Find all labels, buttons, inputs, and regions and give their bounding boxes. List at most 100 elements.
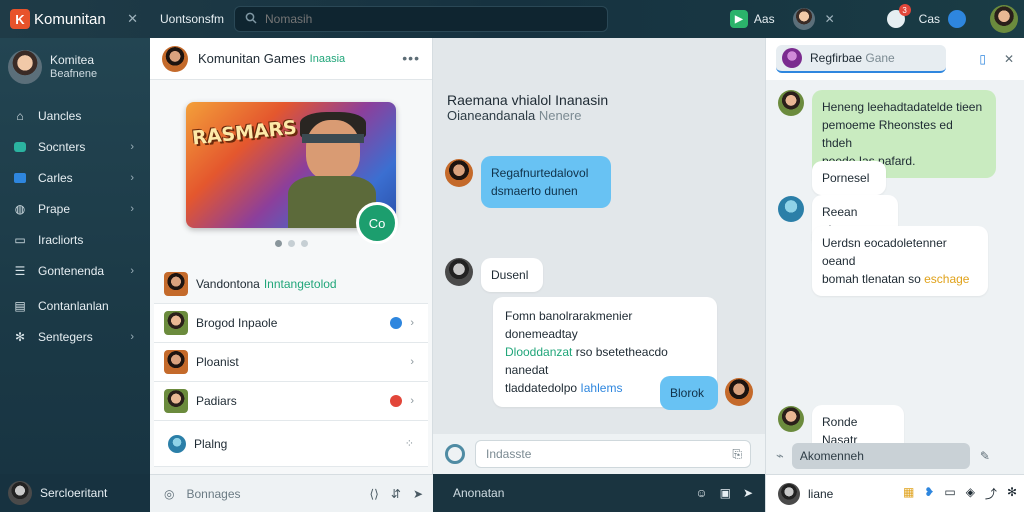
footer-input[interactable]: Anonatan [453, 486, 504, 500]
chevron-right-icon: › [130, 202, 134, 215]
chat-message: Uerdsn eocadoletenner oeand bomah tlenat… [812, 226, 988, 296]
top-actions: ▶ Aas ✕ 3 Cas [729, 0, 1024, 38]
search-bar[interactable] [234, 6, 608, 32]
item-avatar [164, 350, 188, 374]
community-title: Komunitan Games [198, 51, 306, 66]
item-avatar [164, 389, 188, 413]
chevron-right-icon: › [410, 395, 414, 407]
chevron-right-icon: › [130, 171, 134, 184]
sidebar-item-3[interactable]: ◍ Prape › [0, 193, 150, 224]
list-item[interactable]: Ploanist › [154, 343, 428, 382]
game-icon[interactable]: ▶ [729, 10, 748, 28]
list-item[interactable]: Vandontona Inntangetolod [154, 265, 428, 304]
chip-label[interactable]: Aas [754, 12, 775, 26]
sidebar-item-7[interactable]: ✻ Sentegers › [0, 321, 150, 352]
share-icon[interactable]: ⤴ [985, 485, 997, 502]
emoji-icon[interactable] [445, 444, 465, 464]
chevron-right-icon: › [410, 317, 414, 329]
close-icon[interactable]: ✕ [127, 11, 138, 27]
community-list: Vandontona Inntangetolod Brogod Inpaole … [154, 265, 428, 467]
chat-header: Raemana vhialol Inanasin Oianeandanala N… [447, 92, 608, 124]
expand-icon[interactable]: ▯ [979, 52, 986, 66]
friend-avatar[interactable] [792, 8, 815, 30]
pin-icon[interactable]: ⇵ [391, 487, 401, 501]
send-icon[interactable]: ➤ [743, 486, 753, 500]
settings-icon[interactable] [948, 10, 966, 28]
chat-panel: Raemana vhialol Inanasin Oianeandanala N… [433, 38, 765, 512]
image-icon[interactable]: ▣ [720, 486, 731, 500]
top-bar: K Komunitan ✕ Uontsonsfm ▶ Aas ✕ 3 Cas [0, 0, 1024, 38]
sidebar-item-0[interactable]: ⌂ Uancles [0, 100, 150, 131]
brand-name: Komunitan [34, 10, 106, 28]
close-icon[interactable]: ✕ [1004, 52, 1014, 66]
tab-avatar [782, 48, 802, 68]
expand-icon: ⁘ [404, 438, 414, 450]
attachment-icon[interactable]: ⎘ [732, 447, 742, 462]
sidebar-item-5[interactable]: ☰ Gontenenda › [0, 255, 150, 286]
sidebar-item-1[interactable]: Socnters › [0, 131, 150, 162]
notification-icon[interactable]: 3 [886, 4, 911, 28]
attach-icon[interactable]: ⌁ [776, 448, 784, 464]
sender-avatar[interactable] [778, 90, 804, 116]
side-composer: ⌁ Akomenneh ✎ [776, 443, 1016, 469]
chat-composer: Indasste ⎘ [433, 434, 765, 474]
sidebar-item-6[interactable]: ▤ Contanlanlan [0, 290, 150, 321]
list-item[interactable]: Plalng ⁘ [154, 421, 428, 467]
sidebar-item-4[interactable]: ▭ Iracliorts [0, 224, 150, 255]
community-panel: Komunitan Games Inaasia ••• RASMARS Co V… [150, 38, 433, 512]
item-avatar [164, 311, 188, 335]
carousel-dots[interactable] [275, 240, 308, 247]
grid-icon[interactable]: ▦ [903, 485, 914, 502]
user-avatar[interactable] [778, 482, 800, 505]
gear-icon[interactable]: ✻ [1007, 485, 1017, 502]
profile-name: Komitea [50, 53, 95, 67]
community-avatar[interactable] [162, 45, 188, 72]
footer-input[interactable]: Bonnages [186, 487, 240, 501]
list-item[interactable]: Padiars › [154, 382, 428, 421]
game-badge[interactable]: Co [356, 202, 398, 244]
user-avatar[interactable] [990, 5, 1018, 33]
monitor-icon[interactable]: ▭ [944, 485, 955, 502]
window-title: Uontsonsfm [160, 12, 225, 26]
shield-icon[interactable]: ◈ [966, 485, 975, 502]
document-icon: ▭ [14, 232, 26, 247]
sidebar-nav: ⌂ Uancles Socnters › Carles › ◍ Prape › ▭ Irac… [0, 100, 150, 352]
code-icon[interactable]: ⟨⟩ [370, 487, 379, 501]
sidebar-user-name: Sercloeritant [40, 486, 108, 500]
smile-icon[interactable]: ☺ [695, 486, 707, 500]
side-message-input[interactable]: Akomenneh [791, 443, 970, 469]
sender-avatar[interactable] [445, 159, 473, 187]
profile[interactable]: Komitea Beafnene [0, 38, 150, 100]
pen-icon[interactable]: ✎ [980, 449, 990, 463]
search-input[interactable] [265, 12, 565, 26]
chat-message: Pornesel [812, 161, 886, 195]
item-avatar [164, 272, 188, 296]
conversation-tab[interactable]: Regfirbae Gane [776, 45, 946, 73]
chevron-right-icon: › [130, 140, 134, 153]
sender-avatar[interactable] [445, 258, 473, 286]
more-icon[interactable]: ••• [402, 50, 420, 66]
chat-message: Regafnurtedalovol dsmaerto dunen [481, 156, 611, 208]
banner-logo: RASMARS [191, 116, 298, 150]
chat-title: Raemana vhialol Inanasin [447, 92, 609, 108]
send-icon[interactable]: ➤ [413, 487, 423, 501]
user-label[interactable]: Cas [919, 12, 940, 26]
chevron-right-icon: › [410, 356, 414, 368]
community-tag[interactable]: Inaasia [310, 53, 345, 65]
close-icon[interactable]: ✕ [825, 12, 835, 26]
sidebar-item-2[interactable]: Carles › [0, 162, 150, 193]
list-item[interactable]: Brogod Inpaole › [154, 304, 428, 343]
chat-message: Dusenl [481, 258, 543, 292]
sidebar-user[interactable]: Sercloeritant [0, 474, 150, 512]
sender-avatar[interactable] [778, 406, 804, 432]
camera-icon[interactable]: ◎ [164, 487, 174, 501]
user-avatar [8, 481, 32, 505]
sender-avatar[interactable] [778, 196, 804, 222]
own-avatar[interactable] [725, 378, 753, 406]
message-input[interactable]: Indasste ⎘ [475, 440, 751, 468]
chat-icon [12, 139, 28, 155]
sidebar: Komitea Beafnene ⌂ Uancles Socnters › Carl… [0, 38, 150, 512]
side-footer: liane ▦ ❥ ▭ ◈ ⤴ ✻ [766, 474, 1024, 512]
chat-message: Blorok [660, 376, 718, 410]
bird-icon[interactable]: ❥ [924, 485, 934, 502]
